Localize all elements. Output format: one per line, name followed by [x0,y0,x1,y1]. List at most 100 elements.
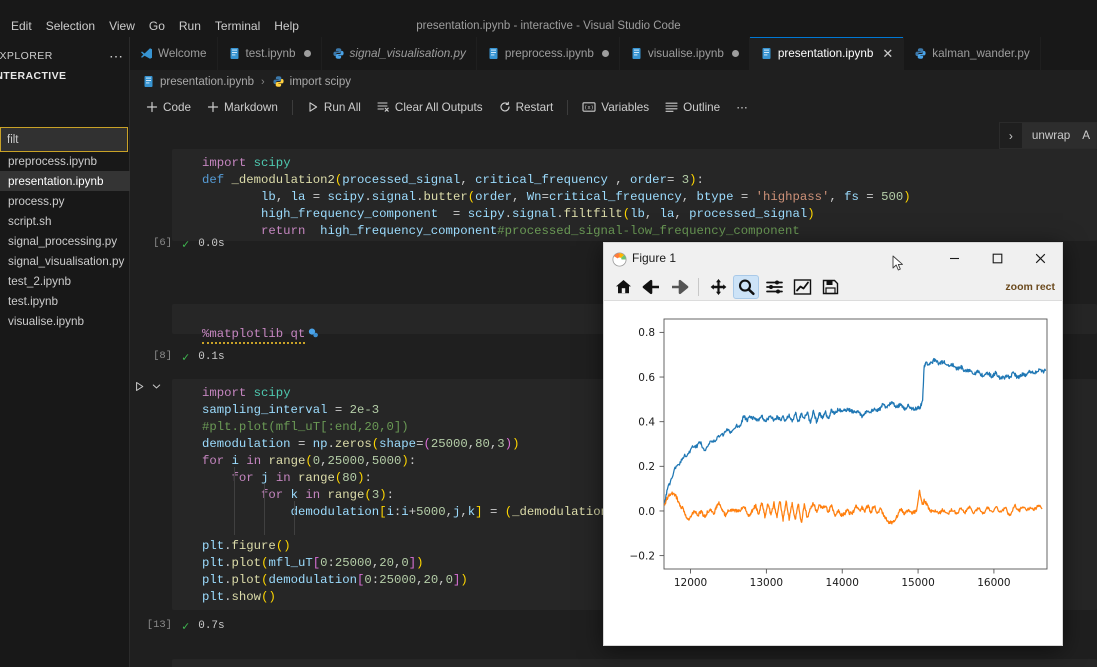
y-tick-label: 0.8 [638,327,655,339]
editor-tab-label: test.ipynb [245,47,296,60]
breadcrumb-file[interactable]: presentation.ipynb [160,76,254,88]
maximize-button[interactable] [976,243,1019,273]
file-list-item-label: signal_processing.py [8,234,118,248]
menu-bar: Edit Selection View Go Run Terminal Help [0,15,306,37]
close-button[interactable] [1019,243,1062,273]
figure-canvas[interactable]: −0.2 0.0 0.2 0.4 0.6 0.8 12000 13000 14000 15000 1… [604,301,1062,645]
find-expand-chevron-icon[interactable]: › [999,123,1022,148]
close-tab-icon[interactable]: ✕ [882,47,893,60]
figure-titlebar[interactable]: Figure 1 [604,243,1062,273]
y-tick-label: 0.4 [638,416,655,428]
add-code-cell-button[interactable]: Code [138,98,199,117]
editor-tab-label: kalman_wander.py [932,47,1030,60]
figure-toolbar: zoom rect [604,273,1062,301]
file-list-item[interactable]: signal_processing.py [0,231,130,251]
indent-guide [294,501,295,535]
unsaved-dot-icon[interactable] [731,50,739,57]
explorer-header: EXPLORER ⋯ [0,45,130,67]
figure-mode-text: zoom rect [1005,280,1055,293]
variables-icon: (x) [582,102,596,112]
file-list-item[interactable]: test_2.ipynb [0,271,130,291]
edit-axis-icon[interactable] [789,275,815,299]
cell-editor[interactable]: import scipy def _demodulation2(processe… [172,149,1097,241]
pan-move-icon[interactable] [705,275,731,299]
editor-tab[interactable]: visualise.ipynb [619,37,750,70]
cell-status: ✓ 0.1s [182,347,225,367]
menu-item-help[interactable]: Help [267,17,306,35]
unsaved-dot-icon[interactable] [601,50,609,57]
minimize-button[interactable] [933,243,976,273]
breadcrumb-symbol[interactable]: import scipy [290,76,351,88]
save-floppy-icon[interactable] [817,275,843,299]
home-icon[interactable] [610,275,636,299]
clear-outputs-icon [377,102,389,112]
add-markdown-cell-label: Markdown [223,100,278,114]
matplotlib-logo-icon [612,252,627,266]
add-code-cell-label: Code [163,100,191,114]
breadcrumb: presentation.ipynb › import scipy [130,70,1097,93]
file-list: preprocess.ipynb presentation.ipynb proces… [0,151,130,331]
editor-tab[interactable]: test.ipynb [217,37,322,70]
editor-tab-label: Welcome [158,47,207,60]
menu-item-run[interactable]: Run [172,17,208,35]
x-tick-label: 14000 [826,577,859,589]
x-tick-label: 16000 [977,577,1010,589]
file-list-item[interactable]: process.py [0,191,130,211]
explorer-title: EXPLORER [0,50,53,62]
outline-label: Outline [683,100,721,114]
file-list-item[interactable]: presentation.ipynb [0,171,130,191]
editor-tab[interactable]: presentation.ipynb ✕ [749,37,905,70]
vscode-logo-icon [140,47,153,60]
outline-button[interactable]: Outline [657,98,728,117]
file-list-item[interactable]: test.ipynb [0,291,130,311]
toolbar-more-button[interactable]: ⋯ [728,97,756,117]
file-list-item[interactable]: visualise.ipynb [0,311,130,331]
file-list-item-label: process.py [8,194,65,208]
editor-tab[interactable]: Welcome [130,37,218,70]
explorer-more-icon[interactable]: ⋯ [109,49,124,63]
menu-item-selection[interactable]: Selection [39,17,102,35]
add-markdown-cell-button[interactable]: Markdown [199,98,286,117]
cell-status: ✓ 0.0s [182,234,225,254]
find-match-case-icon[interactable]: A [1080,123,1096,148]
file-list-item[interactable]: signal_visualisation.py [0,251,130,271]
python-icon [914,47,927,60]
editor-tab[interactable]: preprocess.ipynb [476,37,620,70]
run-cell-button[interactable] [134,381,145,395]
notebook-icon [487,47,500,60]
cell-duration: 0.1s [198,351,225,363]
y-tick-label: 0.0 [638,506,655,518]
matplotlib-figure-window: Figure 1 zoom rect −0.2 0.0 0.2 0.4 0.6 … [603,242,1063,646]
editor-tab[interactable]: signal_visualisation.py [321,37,477,70]
cell-options-chevron-icon[interactable] [152,382,161,394]
cell-execution-count: [6] [153,237,172,249]
check-icon: ✓ [182,237,190,252]
cell-editor[interactable] [172,659,1097,667]
back-arrow-icon[interactable] [638,275,664,299]
find-widget-label[interactable]: unwrap [1021,123,1081,148]
file-filter-box[interactable]: ✕ [0,127,201,152]
run-all-button[interactable]: Run All [299,98,369,117]
forward-arrow-icon[interactable] [666,275,692,299]
toolbar-divider-2 [567,99,569,115]
menu-item-view[interactable]: View [102,17,142,35]
clear-all-outputs-button[interactable]: Clear All Outputs [369,98,491,117]
find-widget: › unwrap A [998,122,1097,149]
variables-button[interactable]: (x) Variables [574,98,657,117]
zoom-magnifier-icon[interactable] [733,274,759,299]
menu-item-terminal[interactable]: Terminal [208,17,267,35]
menu-item-go[interactable]: Go [142,17,172,35]
play-icon [309,102,318,112]
unsaved-dot-icon[interactable] [303,50,311,57]
file-list-item[interactable]: script.sh [0,211,130,231]
menu-item-edit[interactable]: Edit [4,17,39,35]
cell-code[interactable]: import scipy def _demodulation2(processe… [172,149,1097,242]
indent-guide [234,467,235,535]
editor-tab[interactable]: kalman_wander.py [904,37,1041,70]
subplot-config-icon[interactable] [761,275,787,299]
file-list-item-label: visualise.ipynb [8,314,85,328]
variables-label: Variables [601,100,650,114]
restart-kernel-button[interactable]: Restart [491,98,562,117]
restart-icon [500,101,510,112]
file-list-item[interactable]: preprocess.ipynb [0,151,130,171]
